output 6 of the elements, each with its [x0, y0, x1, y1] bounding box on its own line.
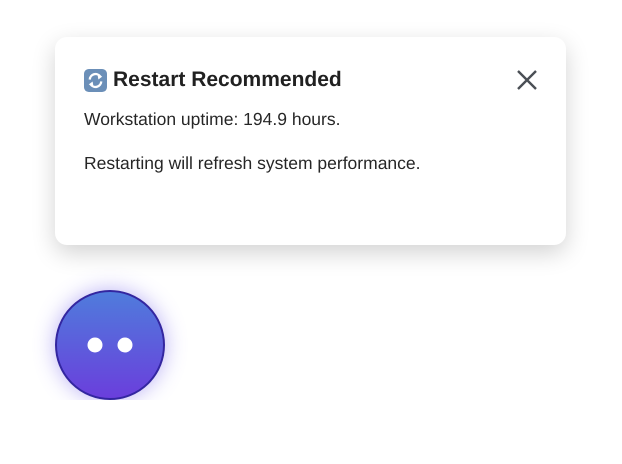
notification-title: Restart Recommended: [113, 68, 342, 92]
close-button[interactable]: [516, 69, 538, 91]
message-text: Workstation uptime: 194.9 hours.: [84, 109, 342, 130]
message-text: Restarting will refresh system performance.: [84, 153, 422, 174]
dots-icon: [87, 337, 133, 353]
refresh-icon: [84, 68, 107, 92]
